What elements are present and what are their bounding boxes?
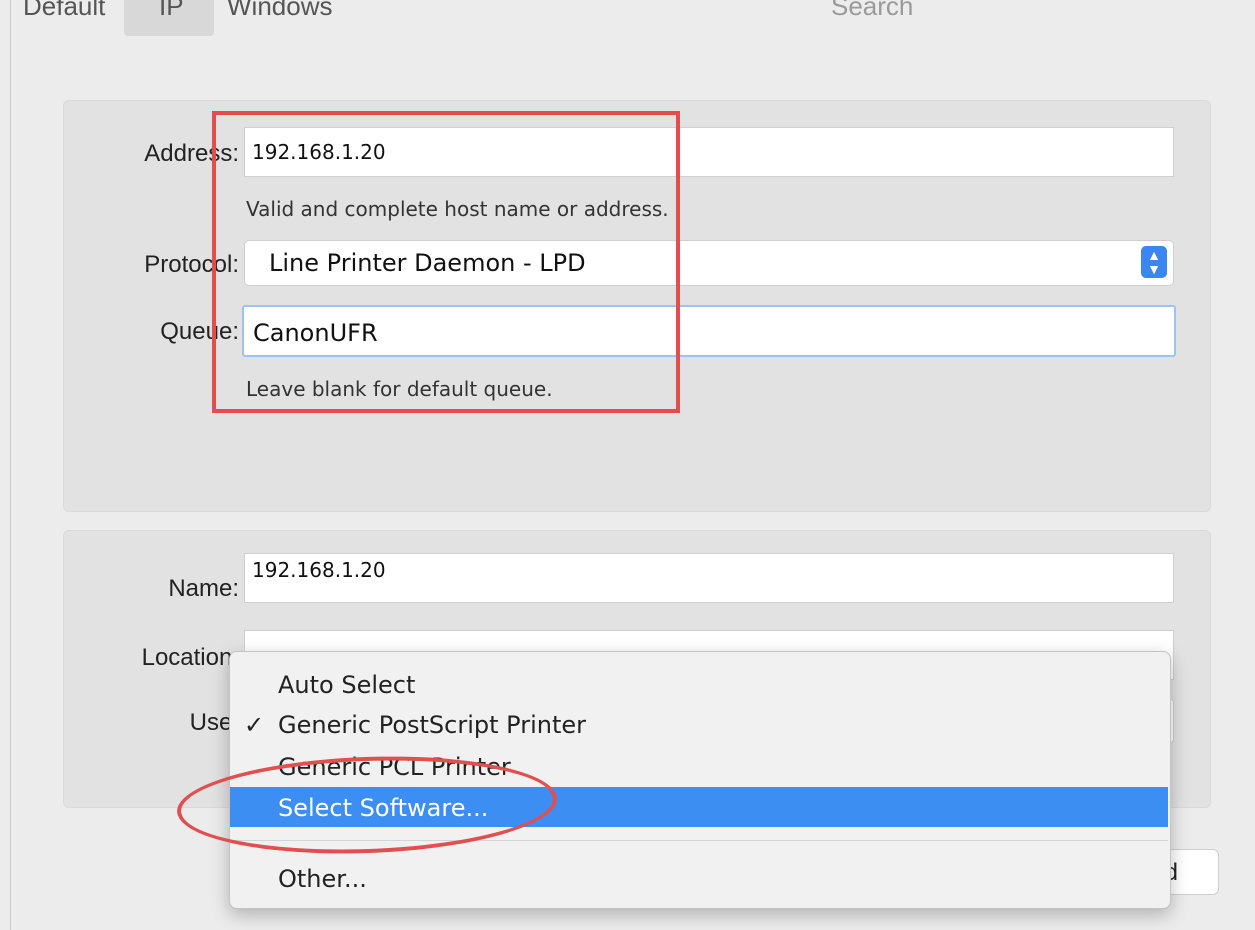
tab-ip[interactable]: IP <box>159 0 184 22</box>
annotation-rectangle <box>212 111 680 413</box>
menu-item-label: Generic PostScript Printer <box>278 711 586 739</box>
name-field[interactable]: 192.168.1.20 <box>244 553 1174 603</box>
menu-item-label: Other... <box>278 865 367 893</box>
menu-item-generic-postscript[interactable]: ✓ Generic PostScript Printer <box>230 704 1168 744</box>
location-label: Location: <box>141 644 239 671</box>
menu-item-other[interactable]: Other... <box>230 858 1168 898</box>
tab-windows[interactable]: Windows <box>227 0 332 22</box>
name-label: Name: <box>168 575 239 602</box>
chevron-updown-icon: ▲▼ <box>1141 246 1167 278</box>
toolbar: Default IP Windows Search <box>11 0 1255 36</box>
use-label: Use: <box>189 709 239 736</box>
tab-default[interactable]: Default <box>23 0 105 22</box>
search-field-label[interactable]: Search <box>831 0 913 22</box>
menu-item-label: Auto Select <box>278 671 416 699</box>
menu-item-auto-select[interactable]: Auto Select <box>230 664 1168 704</box>
checkmark-icon: ✓ <box>244 711 265 739</box>
name-value: 192.168.1.20 <box>252 558 386 582</box>
